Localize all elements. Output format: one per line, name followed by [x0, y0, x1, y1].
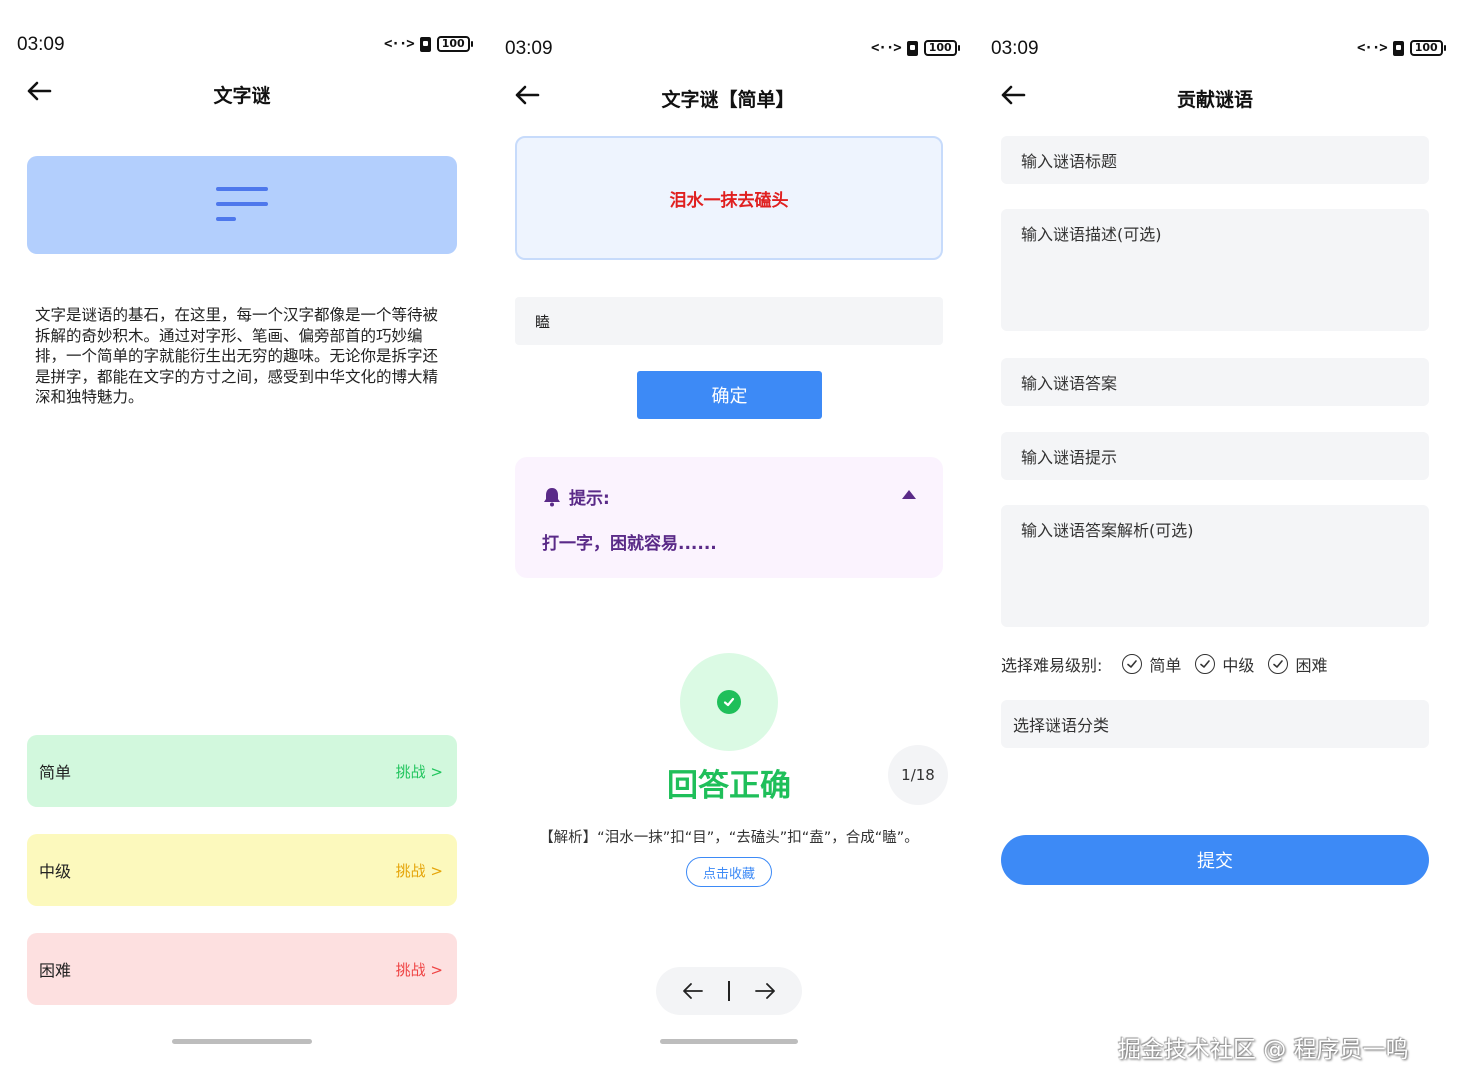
pager-divider	[728, 981, 730, 1001]
submit-button[interactable]: 提交	[1001, 835, 1429, 885]
level-name: 中级	[39, 862, 72, 881]
riddle-question: 泪水一抹去磕头	[515, 136, 943, 260]
watermark: 掘金技术社区 @ 程序员一鸣	[1118, 1037, 1409, 1063]
riddle-hint-input[interactable]: 输入谜语提示	[1001, 432, 1429, 480]
back-arrow-icon[interactable]	[514, 84, 540, 106]
progress-counter: 1/18	[888, 745, 948, 805]
riddle-answer-input[interactable]: 输入谜语答案	[1001, 358, 1429, 406]
success-badge	[680, 653, 778, 751]
riddle-title-input[interactable]: 输入谜语标题	[1001, 136, 1429, 184]
check-icon	[717, 690, 741, 714]
back-arrow-icon[interactable]	[1000, 84, 1026, 106]
status-icons: <··> 100	[1357, 40, 1446, 56]
confirm-button[interactable]: 确定	[637, 371, 822, 419]
level-card-easy[interactable]: 简单 挑战 >	[27, 735, 457, 807]
hint-title: 提示:	[569, 489, 610, 509]
battery-icon: 100	[436, 36, 473, 52]
option-label: 困难	[1295, 656, 1328, 675]
data-transfer-icon: <··>	[871, 40, 902, 56]
data-transfer-icon: <··>	[384, 36, 415, 52]
difficulty-option-easy[interactable]: 简单	[1122, 652, 1181, 676]
difficulty-label: 选择难易级别:	[1001, 656, 1103, 675]
battery-icon: 100	[923, 40, 960, 56]
check-circle-icon	[1122, 654, 1143, 674]
level-name: 困难	[39, 961, 72, 980]
category-description: 文字是谜语的基石，在这里，每一个汉字都像是一个等待被拆解的奇妙积木。通过对字形、…	[35, 306, 439, 406]
status-icons: <··> 100	[384, 36, 473, 52]
pager-control	[656, 967, 802, 1015]
menu-lines-icon	[216, 187, 268, 221]
data-transfer-icon: <··>	[1357, 40, 1388, 56]
challenge-link[interactable]: 挑战 >	[396, 959, 443, 980]
page-title: 文字谜【简单】	[661, 89, 795, 111]
answer-analysis: 【解析】“泪水一抹”扣“目”，“去磕头”扣“盍”，合成“瞌”。	[539, 830, 919, 846]
prev-arrow-icon[interactable]	[682, 982, 704, 1000]
hint-panel: 提示: 打一字，困就容易......	[515, 457, 943, 578]
check-circle-icon	[1268, 654, 1289, 674]
option-label: 简单	[1149, 656, 1182, 675]
answer-input[interactable]: 瞌	[515, 297, 943, 345]
option-label: 中级	[1222, 656, 1255, 675]
page-title: 贡献谜语	[1176, 89, 1253, 111]
hint-text: 打一字，困就容易......	[542, 534, 717, 554]
category-banner	[27, 156, 457, 254]
status-time: 03:09	[17, 34, 65, 55]
bell-icon	[544, 487, 560, 506]
back-arrow-icon[interactable]	[26, 80, 52, 102]
status-icons: <··> 100	[871, 40, 960, 56]
difficulty-option-medium[interactable]: 中级	[1195, 652, 1254, 676]
sim-icon	[1392, 40, 1404, 56]
difficulty-option-hard[interactable]: 困难	[1268, 652, 1327, 676]
check-circle-icon	[1195, 654, 1216, 674]
level-card-hard[interactable]: 困难 挑战 >	[27, 933, 457, 1005]
collapse-triangle-icon[interactable]	[902, 490, 916, 499]
level-card-medium[interactable]: 中级 挑战 >	[27, 834, 457, 906]
result-text: 回答正确	[667, 768, 791, 804]
riddle-analysis-input[interactable]: 输入谜语答案解析(可选)	[1001, 505, 1429, 627]
challenge-link[interactable]: 挑战 >	[396, 761, 443, 782]
difficulty-selector: 选择难易级别: 简单 中级 困难	[1001, 652, 1327, 676]
hint-header: 提示:	[543, 484, 610, 509]
home-indicator[interactable]	[660, 1039, 798, 1044]
favorite-button[interactable]: 点击收藏	[686, 857, 772, 887]
page-title: 文字谜	[213, 85, 271, 107]
sim-icon	[419, 36, 431, 52]
status-time: 03:09	[505, 38, 553, 59]
category-select[interactable]: 选择谜语分类	[1001, 700, 1429, 748]
level-name: 简单	[39, 763, 72, 782]
status-time: 03:09	[991, 38, 1039, 59]
sim-icon	[906, 40, 918, 56]
challenge-link[interactable]: 挑战 >	[396, 860, 443, 881]
next-arrow-icon[interactable]	[754, 982, 776, 1000]
riddle-description-input[interactable]: 输入谜语描述(可选)	[1001, 209, 1429, 331]
home-indicator[interactable]	[172, 1039, 312, 1044]
battery-icon: 100	[1409, 40, 1446, 56]
